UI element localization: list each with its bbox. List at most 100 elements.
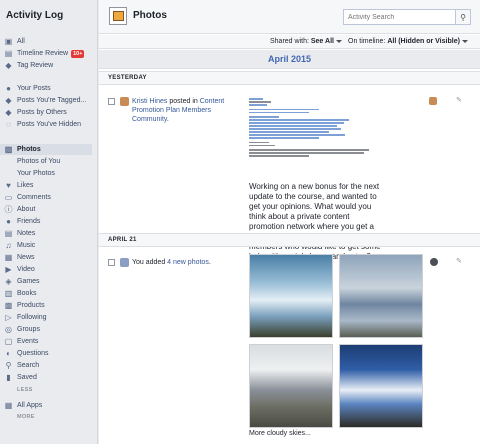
sidebar-item-label: Following <box>17 314 47 321</box>
tag-icon: ◆ <box>5 61 12 70</box>
sidebar-item-posts-you-ve-hidden[interactable]: ◌ Posts You've Hidden <box>4 119 81 130</box>
sidebar-item-about[interactable]: ⓘ About <box>4 204 36 215</box>
sidebar-item-label: All <box>17 38 25 45</box>
sidebar-item-label: Your Posts <box>17 85 51 92</box>
sidebar-item-groups[interactable]: ◎ Groups <box>4 324 40 335</box>
sidebar-item-label: Products <box>17 302 45 309</box>
user-link[interactable]: Kristi Hines <box>132 98 167 105</box>
avatar <box>120 97 129 106</box>
photos-link[interactable]: 4 new photos <box>167 259 209 266</box>
sidebar-item-search[interactable]: ⚲ Search <box>4 360 40 371</box>
post-body-text: Working on a new bonus for the next upda… <box>249 182 381 261</box>
sidebar-item-books[interactable]: ▥ Books <box>4 288 37 299</box>
photo-thumbnail[interactable] <box>339 254 423 338</box>
sidebar-item-label: All Apps <box>17 402 43 409</box>
entry-description: You added 4 new photos. <box>132 258 247 267</box>
post-screenshot-thumbnail[interactable] <box>249 98 377 180</box>
on-timeline-value: All (Hidden or Visible) <box>387 38 460 45</box>
photo-thumbnail[interactable] <box>339 344 423 428</box>
entry-verb: posted in <box>167 98 200 105</box>
books-icon: ▥ <box>4 289 13 298</box>
sidebar-item-questions[interactable]: ◐ Questions <box>4 348 49 359</box>
sidebar-item-label: Likes <box>17 182 34 189</box>
on-timeline-filter[interactable]: On timeline: All (Hidden or Visible) <box>348 38 468 45</box>
section-label: YESTERDAY <box>108 75 147 81</box>
sidebar-item-label: Posts You're Tagged... <box>17 97 87 104</box>
sidebar-item-label: Timeline Review <box>17 50 69 57</box>
shared-with-filter[interactable]: Shared with: See All <box>270 38 342 45</box>
sidebar-item-comments[interactable]: ▭ Comments <box>4 192 51 203</box>
search-input[interactable] <box>344 10 456 24</box>
all-icon: ▣ <box>4 37 13 46</box>
photo-thumbnail[interactable] <box>249 344 333 428</box>
entry-checkbox[interactable] <box>108 259 115 266</box>
sidebar-item-video[interactable]: ▶ Video <box>4 264 34 275</box>
pencil-icon[interactable]: ✎ <box>456 96 462 104</box>
sidebar-item-photos-of-you[interactable]: Photos of You <box>17 156 60 167</box>
entry-suffix: . <box>208 259 211 266</box>
timeline-review-icon: ▤ <box>4 49 13 58</box>
shared-with-value: See All <box>310 38 334 45</box>
sidebar-item-your-photos[interactable]: Your Photos <box>17 168 55 179</box>
sidebar-item-posts-by-others[interactable]: ◆ Posts by Others <box>4 107 66 118</box>
sidebar-item-label: Posts You've Hidden <box>17 121 81 128</box>
sidebar-item-your-posts[interactable]: ● Your Posts <box>4 83 51 94</box>
questions-icon: ◐ <box>6 349 11 358</box>
sidebar-item-label: Tag Review <box>17 62 54 69</box>
sidebar: Activity Log ▣ All ▤ Timeline Review 10+ ◆ Tag… <box>0 0 98 444</box>
sidebar-item-games[interactable]: ◈ Games <box>4 276 40 287</box>
group-audience-icon[interactable] <box>429 97 437 105</box>
events-icon: ▢ <box>4 337 13 346</box>
products-icon: ▩ <box>4 301 13 310</box>
games-icon: ◈ <box>5 277 12 286</box>
apps-icon: ▦ <box>4 401 13 410</box>
sidebar-item-likes[interactable]: ♥ Likes <box>4 180 33 191</box>
sidebar-item-timeline-review[interactable]: ▤ Timeline Review 10+ <box>4 48 85 59</box>
sidebar-item-following[interactable]: ▷ Following <box>4 312 47 323</box>
tag-icon: ◆ <box>5 108 12 117</box>
hidden-icon: ◌ <box>6 120 11 129</box>
music-icon: ♫ <box>5 241 12 250</box>
sidebar-item-tag-review[interactable]: ◆ Tag Review <box>4 60 53 71</box>
following-icon: ▷ <box>5 313 12 322</box>
saved-icon: ▮ <box>6 373 11 382</box>
sidebar-item-label: Games <box>17 278 40 285</box>
sidebar-item-label: Your Photos <box>17 170 55 177</box>
sidebar-item-label: Photos of You <box>17 158 61 165</box>
globe-icon[interactable] <box>430 258 438 266</box>
sidebar-item-saved[interactable]: ▮ Saved <box>4 372 37 383</box>
sidebar-item-news[interactable]: ▦ News <box>4 252 35 263</box>
video-icon: ▶ <box>5 265 12 274</box>
person-icon: ● <box>6 84 11 93</box>
photos-icon: ▨ <box>4 145 13 154</box>
less-link[interactable]: LESS <box>17 387 33 393</box>
shared-with-label: Shared with: <box>270 38 309 45</box>
pencil-icon[interactable]: ✎ <box>456 257 462 265</box>
photo-thumbnail[interactable] <box>249 254 333 338</box>
sidebar-item-friends[interactable]: ● Friends <box>4 216 40 227</box>
sidebar-item-label: Music <box>17 242 36 249</box>
search-button[interactable]: ⚲ <box>455 10 470 24</box>
sidebar-item-all[interactable]: ▣ All <box>4 36 25 47</box>
tag-icon: ◆ <box>5 96 12 105</box>
on-timeline-label: On timeline: <box>348 38 386 45</box>
info-icon: ⓘ <box>4 205 13 214</box>
entry-description: Kristi Hines posted in Content Promotion… <box>132 98 225 123</box>
sidebar-item-products[interactable]: ▩ Products <box>4 300 45 311</box>
sidebar-item-label: Comments <box>17 194 51 201</box>
section-header: APRIL 21 <box>99 233 480 247</box>
sidebar-item-events[interactable]: ▢ Events <box>4 336 39 347</box>
sidebar-item-label: Questions <box>17 350 49 357</box>
sidebar-item-label: Photos <box>17 146 41 153</box>
sidebar-item-music[interactable]: ♫ Music <box>4 240 36 251</box>
entry-checkbox[interactable] <box>108 98 115 105</box>
sidebar-item-posts-you-re-tagged[interactable]: ◆ Posts You're Tagged... <box>4 95 86 106</box>
more-link[interactable]: MORE <box>17 414 35 420</box>
sidebar-item-notes[interactable]: ▤ Notes <box>4 228 36 239</box>
sidebar-item-photos[interactable]: ▨ Photos <box>0 144 92 155</box>
chevron-down-icon <box>461 39 468 43</box>
chevron-down-icon <box>335 39 342 43</box>
filter-bar: Shared with: See All On timeline: All (H… <box>99 35 480 49</box>
sidebar-item-all-apps[interactable]: ▦ All Apps <box>4 400 43 411</box>
sidebar-item-label: Groups <box>17 326 40 333</box>
